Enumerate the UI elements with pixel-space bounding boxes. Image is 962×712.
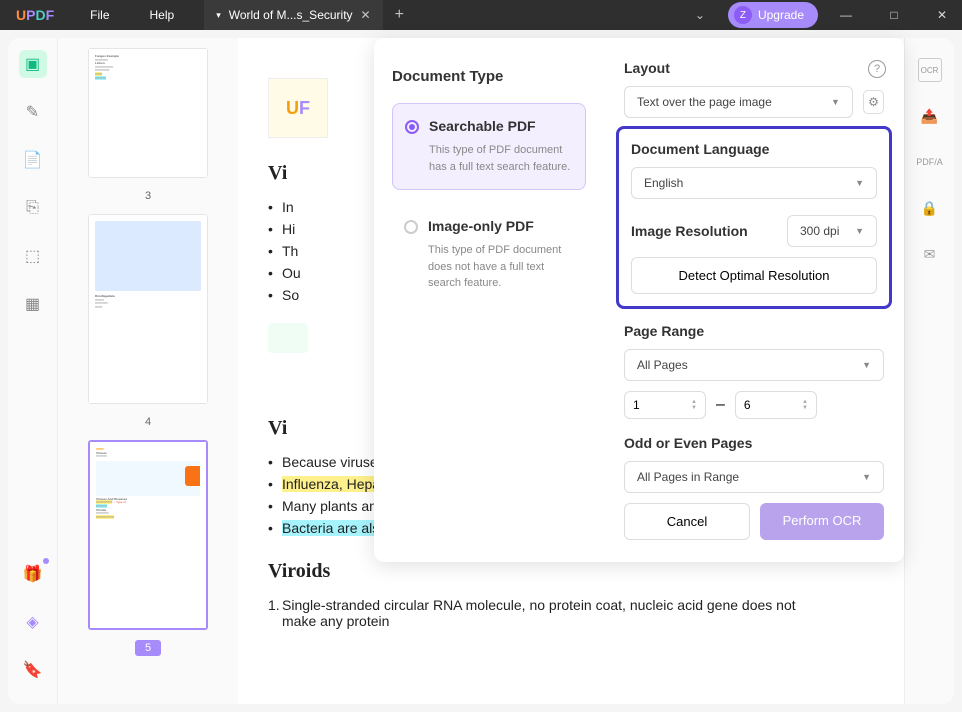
ocr-panel: Document Type Searchable PDF This type o… — [374, 38, 904, 562]
thumb-label-5: 5 — [135, 640, 161, 656]
range-to-input[interactable]: 6▲▼ — [735, 391, 817, 419]
heading-viroids: Viroids — [268, 560, 874, 583]
radio-icon — [405, 120, 419, 134]
option-desc: This type of PDF document has a full tex… — [429, 142, 571, 175]
close-icon[interactable]: ✕ — [361, 8, 371, 22]
thumbnail-panel: Fungus Example━━━━━━━Lichen━━━━━━━━━━━━━… — [58, 38, 238, 704]
highlighted-section: Document Language English▼ Image Resolut… — [616, 126, 892, 309]
crop-tool-icon[interactable]: ⬚ — [19, 242, 47, 270]
language-select[interactable]: English▼ — [631, 167, 877, 199]
comment-tool-icon[interactable]: ✎ — [19, 98, 47, 126]
gift-icon[interactable]: 🎁 — [19, 560, 47, 588]
gear-icon[interactable]: ⚙ — [863, 90, 884, 114]
maximize-button[interactable]: □ — [874, 0, 914, 30]
export-icon[interactable]: 📤 — [918, 104, 942, 128]
pages-tool-icon[interactable]: ▦ — [19, 290, 47, 318]
updf-watermark: UF — [268, 78, 328, 138]
mail-icon[interactable]: ✉ — [918, 242, 942, 266]
chevron-down-icon: ▼ — [862, 360, 871, 370]
new-tab-button[interactable]: + — [383, 6, 416, 24]
bookmark-icon[interactable]: 🔖 — [19, 656, 47, 684]
tab-dropdown-icon[interactable]: ▾ — [216, 10, 221, 21]
cancel-button[interactable]: Cancel — [624, 503, 750, 540]
thumbnail-page-5[interactable]: UPDFViruses━━━━━━Viruses And Diseases━━━… — [88, 440, 208, 630]
pdfa-icon[interactable]: PDF/A — [918, 150, 942, 174]
option-title: Searchable PDF — [429, 118, 571, 134]
lock-icon[interactable]: 🔒 — [918, 196, 942, 220]
chevron-down-icon: ▼ — [831, 97, 840, 107]
language-label: Document Language — [631, 141, 877, 157]
resolution-label: Image Resolution — [631, 223, 748, 239]
perform-ocr-button[interactable]: Perform OCR — [760, 503, 884, 540]
layers-icon[interactable]: ◈ — [19, 608, 47, 636]
radio-icon — [404, 220, 418, 234]
spinner-icon[interactable]: ▲▼ — [802, 399, 808, 411]
document-tab[interactable]: ▾ World of M...s_Security ✕ — [204, 0, 382, 30]
organize-tool-icon[interactable]: ⎘ — [19, 194, 47, 222]
upgrade-button[interactable]: Z Upgrade — [728, 2, 818, 28]
chevron-down-icon: ▼ — [862, 472, 871, 482]
option-searchable-pdf[interactable]: Searchable PDF This type of PDF document… — [392, 103, 586, 190]
chevron-down-icon[interactable]: ⌄ — [680, 8, 720, 22]
right-toolbar: OCR 📤 PDF/A 🔒 ✉ — [904, 38, 954, 704]
thumb-label-4: 4 — [141, 412, 155, 432]
avatar: Z — [734, 6, 752, 24]
minimize-button[interactable]: — — [826, 0, 866, 30]
diagram-placeholder — [268, 323, 308, 353]
help-icon[interactable]: ? — [868, 60, 886, 78]
option-image-only-pdf[interactable]: Image-only PDF This type of PDF document… — [392, 204, 586, 306]
edit-tool-icon[interactable]: 📄 — [19, 146, 47, 174]
resolution-select[interactable]: 300 dpi▼ — [787, 215, 877, 247]
odd-even-label: Odd or Even Pages — [624, 435, 884, 451]
thumbnail-page-3[interactable]: Fungus Example━━━━━━━Lichen━━━━━━━━━━━━━… — [88, 48, 208, 178]
layout-select[interactable]: Text over the page image▼ — [624, 86, 853, 118]
ocr-icon[interactable]: OCR — [918, 58, 942, 82]
range-separator: – — [716, 396, 725, 414]
option-desc: This type of PDF document does not have … — [428, 242, 572, 292]
list-item: Single-stranded circular RNA molecule, n… — [268, 597, 874, 629]
chevron-down-icon: ▼ — [855, 226, 864, 236]
option-title: Image-only PDF — [428, 218, 572, 234]
detect-resolution-button[interactable]: Detect Optimal Resolution — [631, 257, 877, 294]
thumbnail-page-4[interactable]: Dinoflagellata━━━━━━━━━━━━━━━━ — [88, 214, 208, 404]
close-window-button[interactable]: ✕ — [922, 0, 962, 30]
menu-help[interactable]: Help — [130, 8, 195, 22]
reader-tool-icon[interactable]: ▣ — [19, 50, 47, 78]
chevron-down-icon: ▼ — [855, 178, 864, 188]
range-from-input[interactable]: 1▲▼ — [624, 391, 706, 419]
menu-file[interactable]: File — [70, 8, 129, 22]
viroid-list: Single-stranded circular RNA molecule, n… — [268, 597, 874, 629]
left-toolbar: ▣ ✎ 📄 ⎘ ⬚ ▦ 🎁 ◈ 🔖 — [8, 38, 58, 704]
thumb-label-5-wrap: 5 — [135, 638, 161, 656]
layout-label: Layout — [624, 60, 884, 76]
tab-title: World of M...s_Security — [229, 8, 353, 22]
app-logo: UPDF — [0, 7, 70, 23]
page-range-label: Page Range — [624, 323, 884, 339]
odd-even-select[interactable]: All Pages in Range▼ — [624, 461, 884, 493]
thumb-label-3: 3 — [141, 186, 155, 206]
document-type-heading: Document Type — [392, 68, 586, 85]
page-range-select[interactable]: All Pages▼ — [624, 349, 884, 381]
titlebar: UPDF File Help ▾ World of M...s_Security… — [0, 0, 962, 30]
spinner-icon[interactable]: ▲▼ — [691, 399, 697, 411]
